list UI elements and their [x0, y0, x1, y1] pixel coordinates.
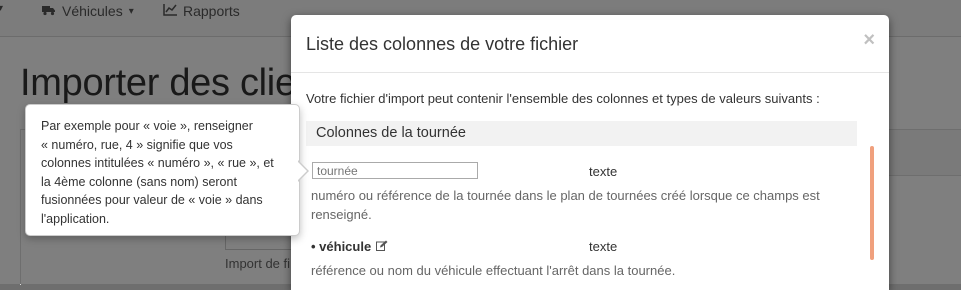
field-description: numéro ou référence de la tournée dans l… [311, 188, 820, 222]
edit-icon[interactable] [376, 239, 388, 254]
scrollbar-thumb[interactable] [870, 146, 874, 260]
section-header: Colonnes de la tournée [306, 121, 857, 146]
modal-title: Liste des colonnes de votre fichier [306, 34, 579, 54]
section-title: Colonnes de la tournée [316, 125, 466, 141]
popover-arrow-fill [297, 161, 307, 181]
popover-text: Par exemple pour « voie », renseigner « … [41, 119, 274, 226]
columns-modal: Liste des colonnes de votre fichier × Vo… [291, 15, 889, 290]
field-type: texte [589, 239, 618, 254]
modal-header: Liste des colonnes de votre fichier × [291, 15, 889, 73]
field-description: référence ou nom du véhicule effectuant … [311, 263, 676, 278]
close-icon[interactable]: × [863, 29, 875, 52]
tournee-input[interactable] [312, 162, 478, 179]
field-type: texte [589, 164, 618, 179]
intro-text: Votre fichier d'import peut contenir l'e… [306, 91, 820, 106]
help-popover: Par exemple pour « voie », renseigner « … [25, 104, 300, 236]
field-name-vehicule: • véhicule [311, 239, 388, 254]
